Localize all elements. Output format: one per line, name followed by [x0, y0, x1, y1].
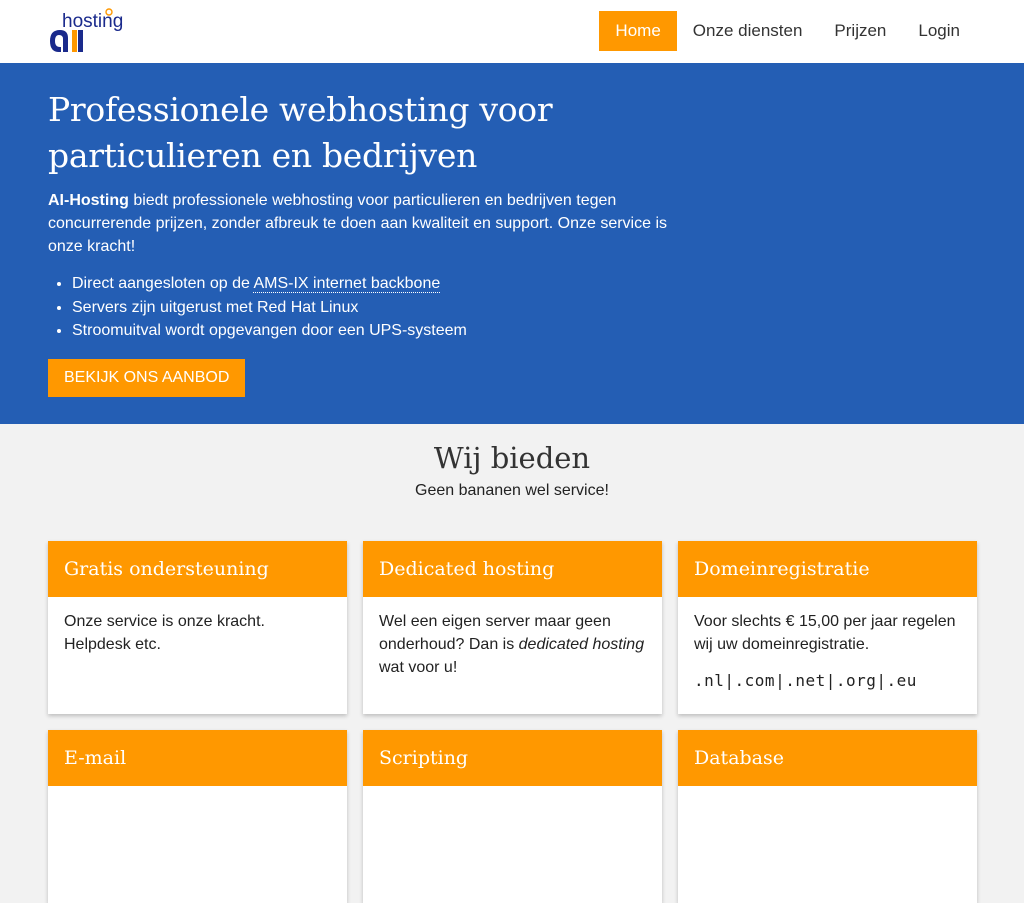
card-body	[678, 786, 977, 903]
card-text: Voor slechts € 15,00 per jaar regelen wi…	[694, 613, 956, 653]
hero-feature-list: Direct aangesloten op de AMS-IX internet…	[48, 272, 668, 343]
feature-text: Direct aangesloten op de	[72, 275, 254, 292]
main-nav: Home Onze diensten Prijzen Login	[599, 11, 976, 51]
section-title: Wij bieden	[433, 441, 591, 475]
offer-section: Wij bieden Geen bananen wel service! Gra…	[0, 440, 1024, 903]
nav-onze-diensten[interactable]: Onze diensten	[677, 11, 819, 51]
card-body: Wel een eigen server maar geen onderhoud…	[363, 597, 662, 714]
ai-hosting-logo[interactable]: hosting	[48, 8, 130, 56]
card-body	[363, 786, 662, 903]
nav-prijzen[interactable]: Prijzen	[818, 11, 902, 51]
card-dedicated-hosting: Dedicated hosting Wel een eigen server m…	[363, 541, 662, 714]
hero-feature-item: Direct aangesloten op de AMS-IX internet…	[72, 272, 668, 296]
section-subtitle: Geen bananen wel service!	[415, 482, 609, 499]
hero-feature-item: Stroomuitval wordt opgevangen door een U…	[72, 319, 668, 343]
card-body	[48, 786, 347, 903]
card-title: Gratis ondersteuning	[48, 541, 347, 597]
hero-section: Professionele webhosting voor particulie…	[0, 63, 1024, 424]
card-text: wat voor u!	[379, 659, 458, 676]
card-gratis-ondersteuning: Gratis ondersteuning Onze service is onz…	[48, 541, 347, 714]
card-title: E-mail	[48, 730, 347, 786]
card-e-mail: E-mail	[48, 730, 347, 903]
view-offer-button[interactable]: BEKIJK ONS AANBOD	[48, 358, 246, 397]
hero-intro-text: biedt professionele webhosting voor part…	[48, 192, 668, 255]
card-body: Onze service is onze kracht. Helpdesk et…	[64, 613, 265, 653]
card-scripting: Scripting	[363, 730, 662, 903]
top-navbar: hosting Home Onze diensten Prijzen Login	[0, 0, 1024, 63]
nav-login[interactable]: Login	[902, 11, 976, 51]
card-body: Voor slechts € 15,00 per jaar regelen wi…	[678, 597, 977, 714]
card-title: Dedicated hosting	[363, 541, 662, 597]
card-text-emphasis: dedicated hosting	[518, 636, 645, 653]
hero-intro-brand: AI-Hosting	[48, 192, 129, 209]
nav-home[interactable]: Home	[599, 11, 677, 51]
card-title: Scripting	[363, 730, 662, 786]
logo-text-hosting: hosting	[62, 11, 123, 32]
ams-ix-link[interactable]: AMS-IX internet backbone	[253, 275, 441, 293]
tld-list: .nl|.com|.net|.org|.eu	[694, 671, 917, 690]
service-cards: Gratis ondersteuning Onze service is onz…	[48, 541, 977, 903]
hero-title: Professionele webhosting voor particulie…	[48, 90, 553, 175]
card-database: Database	[678, 730, 977, 903]
card-title: Domeinregistratie	[678, 541, 977, 597]
card-domeinregistratie: Domeinregistratie Voor slechts € 15,00 p…	[678, 541, 977, 714]
hero-feature-item: Servers zijn uitgerust met Red Hat Linux	[72, 296, 668, 320]
card-title: Database	[678, 730, 977, 786]
hero-intro: AI-Hosting biedt professionele webhostin…	[48, 189, 668, 258]
